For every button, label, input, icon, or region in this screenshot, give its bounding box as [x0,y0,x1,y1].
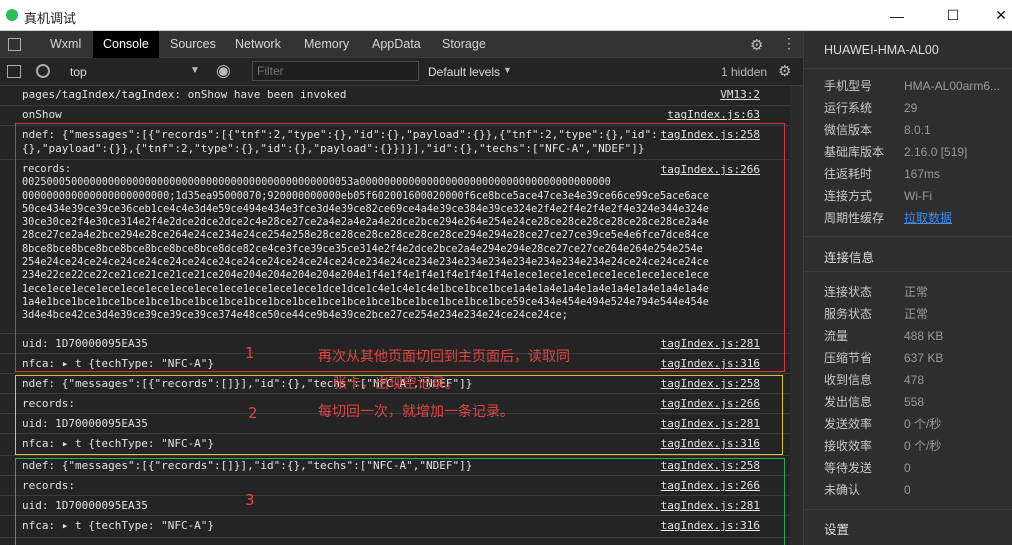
info-row: 微信版本 8.0.1 [824,123,931,137]
window-titlebar: 真机调试 — ☐ ✕ [0,0,1012,31]
console-settings-icon[interactable]: ⚙ [778,62,791,80]
levels-select[interactable]: Default levels [428,65,500,79]
info-row: 手机型号 HMA-AL00arm6... [824,79,1001,93]
conn-row: 发出信息 558 [824,395,925,409]
levels-chevron-icon[interactable]: ▼ [503,65,512,75]
devtools-tabbar: Wxml Console Sources Network Memory AppD… [0,31,803,58]
app-icon [6,9,18,21]
conn-row: 流量 488 KB [824,329,944,343]
tab-memory[interactable]: Memory [294,31,359,58]
console-scrollbar[interactable] [790,86,803,545]
device-name: HUAWEI-HMA-AL00 [824,43,939,57]
log-source-link[interactable]: VM13:2 [720,88,760,102]
tab-console[interactable]: Console [93,31,159,58]
tab-appdata[interactable]: AppData [362,31,431,58]
tab-network[interactable]: Network [225,31,291,58]
pull-data-link[interactable]: 拉取数据 [904,207,952,229]
conn-row: 发送效率 0 个/秒 [824,417,942,431]
tab-storage[interactable]: Storage [432,31,496,58]
console-toolbar: top ▼ ◉ Default levels ▼ 1 hidden ⚙ [0,58,803,86]
chevron-down-icon[interactable]: ▼ [190,65,200,76]
clear-console-icon[interactable] [36,64,50,78]
gear-icon[interactable]: ⚙ [750,36,763,54]
filter-input[interactable] [252,61,419,81]
hidden-count: 1 hidden [721,65,768,79]
settings-link[interactable]: 设置 [824,519,849,538]
info-row: 周期性缓存 拉取数据 [824,207,1004,229]
context-select[interactable]: top [70,65,87,79]
sidebar-toggle-icon[interactable] [7,65,21,78]
annotation-note-1b: 张卡，出现空记录。 [333,376,459,392]
conn-row: 服务状态 正常 [824,307,929,321]
log-message: pages/tagIndex/tagIndex: onShow have bee… [22,88,347,101]
more-icon[interactable]: ⋮ [782,35,796,52]
conn-row: 等待发送 0 [824,461,911,475]
conn-row: 压缩节省 637 KB [824,351,944,365]
window-title: 真机调试 [24,12,77,27]
tab-sources[interactable]: Sources [160,31,226,58]
annotation-number-1: 1 [245,344,255,362]
log-message: onShow [22,108,62,121]
device-sidebar: HUAWEI-HMA-AL00 手机型号 HMA-AL00arm6... 运行系统… [803,31,1012,545]
info-row: 往返耗时 167ms [824,167,941,181]
eye-icon[interactable]: ◉ [216,61,231,81]
tab-wxml[interactable]: Wxml [40,31,91,58]
annotation-note-2: 每切回一次，就增加一条记录。 [318,404,514,420]
info-row: 运行系统 29 [824,101,918,115]
annotation-number-3: 3 [245,491,255,509]
console-output: pages/tagIndex/tagIndex: onShow have bee… [0,86,790,545]
log-source-link[interactable]: tagIndex.js:63 [667,108,760,122]
conn-row: 接收效率 0 个/秒 [824,439,942,453]
annotation-box-3 [15,458,785,545]
minimize-button[interactable]: — [874,0,920,31]
annotation-number-2: 2 [248,404,258,422]
annotation-box-1 [15,123,785,372]
close-button[interactable]: ✕ [978,0,1012,31]
info-row: 基础库版本 2.16.0 [519] [824,145,968,159]
conn-row: 连接状态 正常 [824,285,929,299]
conn-row: 未确认 0 [824,483,911,497]
connection-section-title: 连接信息 [824,251,875,265]
inspect-icon[interactable] [8,38,21,51]
info-row: 连接方式 Wi-Fi [824,189,932,203]
maximize-button[interactable]: ☐ [930,0,976,31]
annotation-note-1: 再次从其他页面切回到主页面后，读取同 [318,349,570,365]
conn-row: 收到信息 478 [824,373,925,387]
